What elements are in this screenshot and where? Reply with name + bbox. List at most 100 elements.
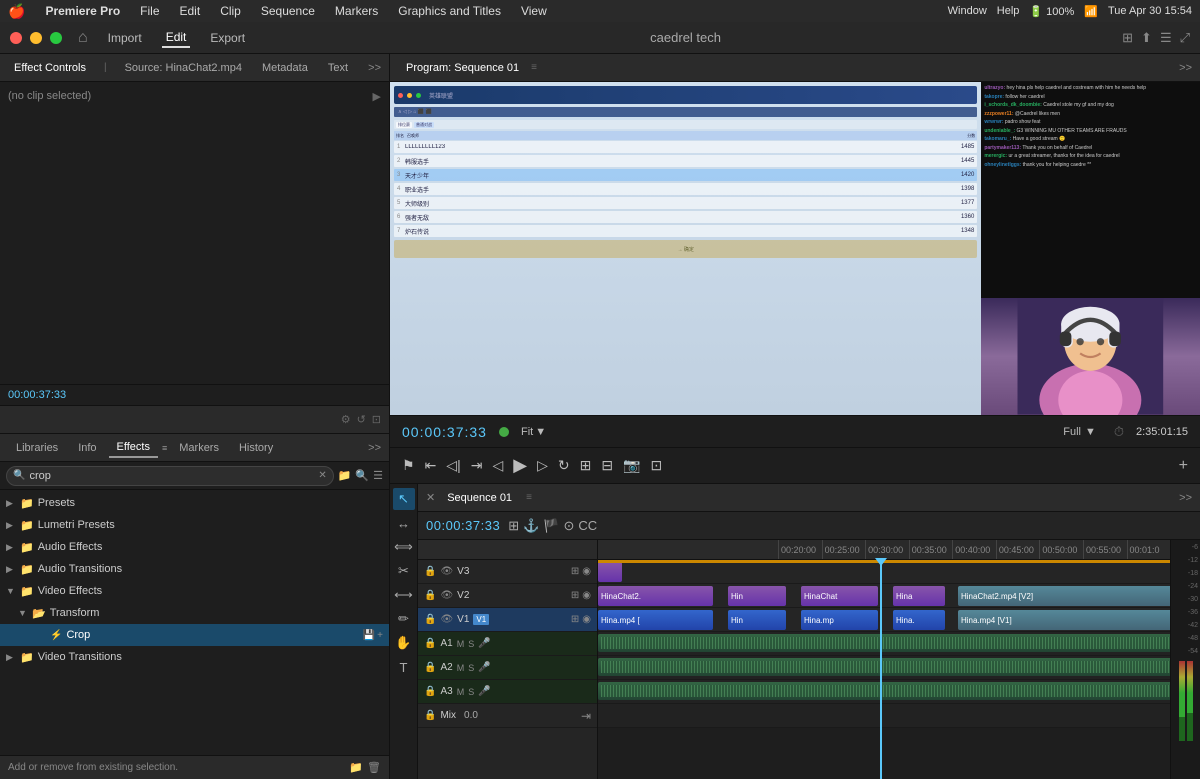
menu-file[interactable]: File: [136, 4, 163, 18]
minimize-btn[interactable]: [30, 32, 42, 44]
tab-more-effects[interactable]: >>: [368, 442, 381, 454]
insert-btn[interactable]: ⊞: [580, 457, 592, 474]
lock-a2[interactable]: 🔒: [424, 662, 436, 673]
solo-a3[interactable]: S: [468, 687, 474, 697]
visibility-v3[interactable]: 👁: [440, 566, 453, 577]
menu-help[interactable]: Help: [997, 5, 1020, 17]
tab-text[interactable]: Text: [322, 59, 354, 77]
eye-v3[interactable]: ◉: [582, 566, 591, 577]
lock-a3[interactable]: 🔒: [424, 686, 436, 697]
link-icon[interactable]: ⚓: [523, 518, 539, 534]
timeline-close-btn[interactable]: ✕: [426, 491, 435, 504]
play-btn[interactable]: ▶: [513, 455, 527, 476]
clip-v1-2[interactable]: Hin: [728, 610, 786, 630]
tree-audio-effects[interactable]: ▶ 📁 Audio Effects: [0, 536, 389, 558]
search-box[interactable]: 🔍 ✕: [6, 466, 334, 486]
panel-icon[interactable]: ⊞: [1122, 30, 1133, 46]
menu-edit[interactable]: Edit: [176, 4, 205, 18]
ripple-edit-tool[interactable]: ↔: [393, 512, 415, 534]
home-icon[interactable]: ⌂: [78, 29, 88, 47]
prev-frame-btn[interactable]: ◁: [492, 457, 503, 474]
go-to-end-btn[interactable]: ⇥: [581, 709, 591, 723]
maximize-btn[interactable]: [50, 32, 62, 44]
full-dropdown[interactable]: Full ▼: [1063, 426, 1096, 438]
visibility-v1[interactable]: 👁: [440, 614, 453, 625]
visibility-v2[interactable]: 👁: [440, 590, 453, 601]
tab-history[interactable]: History: [231, 439, 281, 457]
settings-icon[interactable]: ⊡: [372, 413, 381, 426]
solo-a2[interactable]: S: [468, 663, 474, 673]
mute-a3[interactable]: M: [457, 687, 465, 697]
go-to-out-btn[interactable]: ⇥: [471, 457, 483, 474]
sequence-menu-icon[interactable]: ≡: [526, 492, 532, 503]
export-icon[interactable]: ⬆: [1141, 30, 1152, 46]
add-marker-btn[interactable]: ⚑: [402, 457, 415, 474]
close-btn[interactable]: [10, 32, 22, 44]
lock-a1[interactable]: 🔒: [424, 638, 436, 649]
clip-v2-4[interactable]: Hina: [893, 586, 945, 606]
slip-tool[interactable]: ⟷: [393, 584, 415, 606]
search-clear-btn[interactable]: ✕: [318, 470, 326, 481]
tab-metadata[interactable]: Metadata: [256, 59, 314, 77]
lock-v2[interactable]: 🔒: [424, 590, 436, 601]
next-frame-btn[interactable]: ▷: [537, 457, 548, 474]
clip-v1-4[interactable]: Hina.: [893, 610, 945, 630]
clip-a2[interactable]: [598, 658, 1170, 676]
tree-video-effects[interactable]: ▼ 📁 Video Effects: [0, 580, 389, 602]
find-icon[interactable]: 🔍: [355, 469, 369, 482]
crop-add-icon[interactable]: +: [377, 630, 383, 641]
captions-icon[interactable]: CC: [578, 518, 597, 534]
menu-window[interactable]: Window: [948, 5, 987, 17]
menu-markers[interactable]: Markers: [331, 4, 382, 18]
tab-markers[interactable]: Markers: [171, 439, 227, 457]
ec-expand-arrow[interactable]: ▶: [373, 90, 381, 103]
tab-program[interactable]: Program: Sequence 01: [398, 59, 527, 77]
tree-audio-transitions[interactable]: ▶ 📁 Audio Transitions: [0, 558, 389, 580]
menu-graphics[interactable]: Graphics and Titles: [394, 4, 505, 18]
filter-icon[interactable]: ⚙: [341, 413, 351, 426]
clip-a3[interactable]: [598, 682, 1170, 700]
tab-sequence01[interactable]: Sequence 01: [439, 489, 520, 507]
snap-icon[interactable]: ⊞: [508, 518, 519, 534]
go-to-in-btn[interactable]: ⇤: [425, 457, 437, 474]
lock-mix[interactable]: 🔒: [424, 710, 436, 721]
menu-icon[interactable]: ☰: [1160, 30, 1172, 46]
search-input[interactable]: [29, 470, 314, 482]
clip-v2-3[interactable]: HinaChat: [801, 586, 878, 606]
hand-tool[interactable]: ✋: [393, 632, 415, 654]
tab-more-ec[interactable]: >>: [368, 62, 381, 74]
delete-icon[interactable]: 🗑: [367, 761, 381, 774]
tab-info[interactable]: Info: [70, 439, 104, 457]
export-frame-btn[interactable]: 📷: [623, 457, 640, 474]
clip-v1-1[interactable]: Hina.mp4 [: [598, 610, 713, 630]
sync-icon[interactable]: ⊙: [563, 518, 574, 534]
clip-v2-2[interactable]: Hin: [728, 586, 786, 606]
sync-v2[interactable]: ⊞: [571, 590, 579, 601]
text-tool[interactable]: T: [393, 656, 415, 678]
import-btn[interactable]: Import: [104, 29, 146, 47]
mute-a1[interactable]: M: [457, 639, 465, 649]
eye-v2[interactable]: ◉: [582, 590, 591, 601]
tree-crop[interactable]: ⚡ Crop 💾 +: [0, 624, 389, 646]
apple-menu[interactable]: 🍎: [8, 3, 25, 20]
expand-icon[interactable]: ⤢: [1180, 30, 1190, 46]
sync-v3[interactable]: ⊞: [571, 566, 579, 577]
reset-icon[interactable]: ↺: [357, 413, 366, 426]
marker-icon[interactable]: 🏴: [543, 518, 559, 534]
new-bin-icon[interactable]: 📁: [338, 469, 352, 482]
eye-v1[interactable]: ◉: [582, 614, 591, 625]
step-back-btn[interactable]: ◁|: [446, 457, 460, 474]
lock-v1[interactable]: 🔒: [424, 614, 436, 625]
tree-presets[interactable]: ▶ 📁 Presets: [0, 492, 389, 514]
solo-a1[interactable]: S: [468, 639, 474, 649]
mic-a3[interactable]: 🎤: [478, 686, 490, 697]
tab-source[interactable]: Source: HinaChat2.mp4: [119, 59, 248, 77]
tab-effects[interactable]: Effects: [109, 438, 158, 458]
menu-view[interactable]: View: [517, 4, 551, 18]
app-name[interactable]: Premiere Pro: [41, 4, 124, 18]
export-btn[interactable]: Export: [206, 29, 249, 47]
loop-btn[interactable]: ↻: [558, 457, 570, 474]
clip-v1-5[interactable]: Hina.mp4 [V1]: [958, 610, 1170, 630]
tab-more-timeline[interactable]: >>: [1179, 492, 1192, 504]
tree-lumetri-presets[interactable]: ▶ 📁 Lumetri Presets: [0, 514, 389, 536]
